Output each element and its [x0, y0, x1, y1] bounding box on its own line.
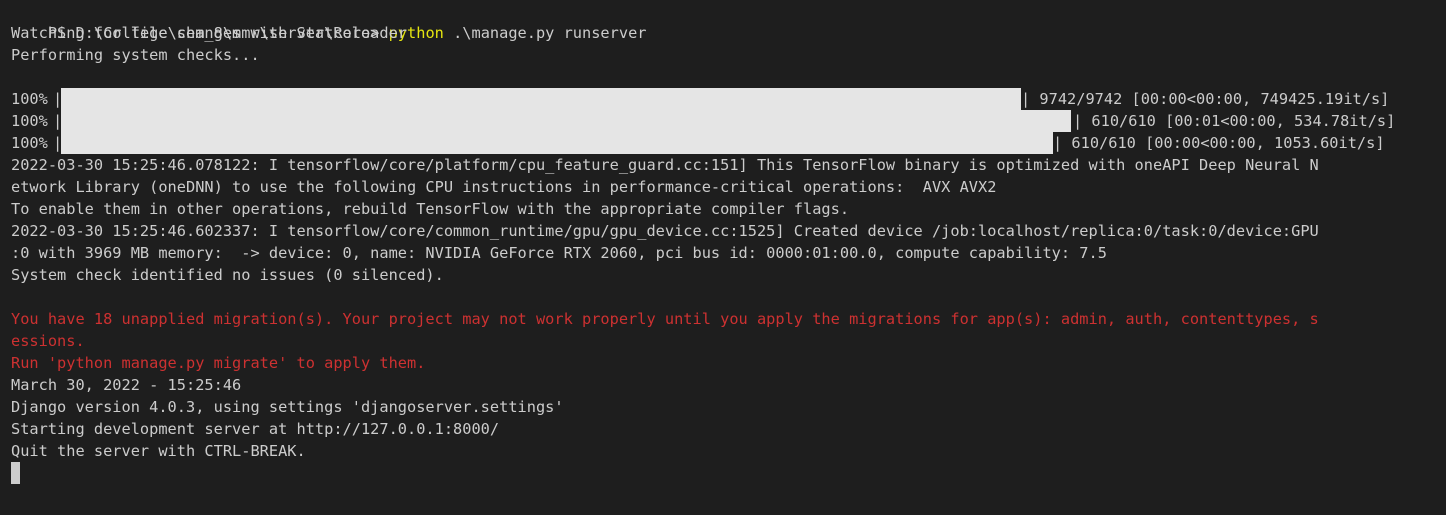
prompt-line: PS D:\College\sem_8\mmr\server\core> pyt…: [11, 0, 647, 42]
log-line: System check identified no issues (0 sil…: [11, 266, 444, 284]
terminal-window[interactable]: PS D:\College\sem_8\mmr\server\core> pyt…: [0, 0, 1446, 515]
progress-percent: 100%: [11, 134, 48, 152]
log-line: 2022-03-30 15:25:46.602337: I tensorflow…: [11, 222, 1319, 240]
progress-percent: 100%: [11, 90, 48, 108]
footer-line: Django version 4.0.3, using settings 'dj…: [11, 398, 564, 416]
prompt-args: .\manage.py runserver: [443, 24, 647, 42]
log-line: To enable them in other operations, rebu…: [11, 200, 850, 218]
progress-bar-fill: [61, 110, 1071, 132]
progress-bar-row: 100% | | 610/610 [00:01<00:00, 534.78it/…: [11, 110, 1431, 132]
progress-stats: | 610/610 [00:01<00:00, 534.78it/s]: [1073, 112, 1396, 130]
output-line: Performing system checks...: [11, 46, 260, 64]
text-cursor: [11, 462, 20, 484]
progress-bar-row: 100% | | 610/610 [00:00<00:00, 1053.60it…: [11, 132, 1431, 154]
log-line: :0 with 3969 MB memory: -> device: 0, na…: [11, 244, 1107, 262]
log-line: 2022-03-30 15:25:46.078122: I tensorflow…: [11, 156, 1319, 174]
progress-bar-fill: [61, 88, 1021, 110]
warning-line: Run 'python manage.py migrate' to apply …: [11, 354, 426, 372]
log-line: etwork Library (oneDNN) to use the follo…: [11, 178, 997, 196]
footer-line: March 30, 2022 - 15:25:46: [11, 376, 242, 394]
progress-stats: | 610/610 [00:00<00:00, 1053.60it/s]: [1053, 134, 1385, 152]
progress-bar-fill: [61, 132, 1053, 154]
progress-stats: | 9742/9742 [00:00<00:00, 749425.19it/s]: [1021, 90, 1390, 108]
warning-line: essions.: [11, 332, 85, 350]
warning-line: You have 18 unapplied migration(s). Your…: [11, 310, 1319, 328]
output-line: Watching for file changes with StatReloa…: [11, 24, 408, 42]
footer-line: Quit the server with CTRL-BREAK.: [11, 442, 306, 460]
footer-line: Starting development server at http://12…: [11, 420, 500, 438]
progress-bar-row: 100% | | 9742/9742 [00:00<00:00, 749425.…: [11, 88, 1431, 110]
progress-percent: 100%: [11, 112, 48, 130]
